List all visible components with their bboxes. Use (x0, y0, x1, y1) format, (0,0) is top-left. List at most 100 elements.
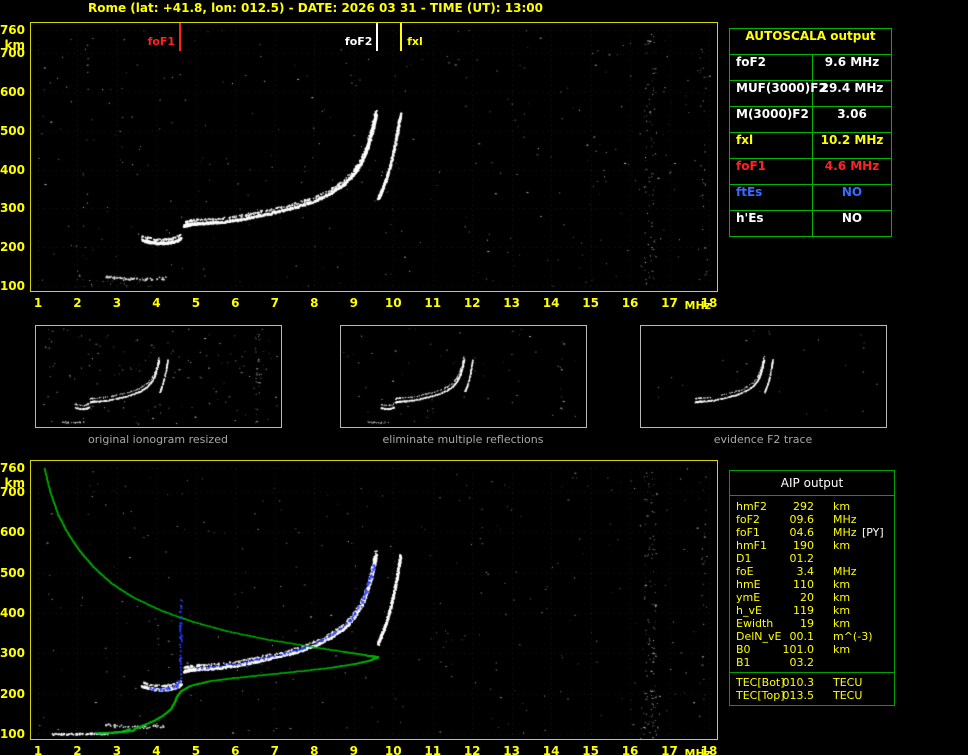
aip-row-label: foE (736, 565, 754, 578)
fxl-marker-label: fxl (407, 35, 423, 48)
aip-row-label: foF1 (736, 526, 760, 539)
y-tick-label: 200 (0, 686, 25, 701)
x-tick-label: 2 (73, 296, 82, 310)
y-tick-label: 760 (0, 23, 25, 37)
autoscala-row-hes: h'Es NO (730, 211, 891, 236)
x-tick-label: 4 (152, 744, 161, 755)
thumbnail-caption-0: original ionogram resized (88, 433, 228, 446)
x-tick-label: 14 (542, 296, 560, 310)
aip-row-unit: TECU (833, 689, 863, 702)
x-tick-label: 10 (384, 296, 402, 310)
aip-row-value: 00.1 (789, 630, 815, 643)
x-tick-label: 12 (463, 296, 481, 310)
aip-row-note (844, 578, 894, 591)
y-tick-label: 600 (0, 525, 25, 540)
aip-tec-rows: TEC[Bot] 010.3 TECU TEC[Top] 013.5 TECU (730, 672, 894, 705)
aip-row-note (844, 656, 894, 669)
aip-row-foe: foE 3.4 MHz (736, 565, 894, 578)
aip-row-hve: h_vE 119 km (736, 604, 894, 617)
aip-row-value: 190 (793, 539, 814, 552)
aip-row-note (844, 565, 894, 578)
aip-row-value: 03.2 (789, 656, 815, 669)
y-tick-label: 500 (0, 123, 25, 138)
x-axis-unit-label: MHz (684, 747, 712, 755)
autoscala-row-fof2: foF2 9.6 MHz (730, 55, 891, 81)
autoscala-row-label: MUF(3000)F2 (730, 81, 827, 106)
aip-row-unit: MHz (833, 526, 857, 539)
x-tick-label: 5 (191, 296, 201, 310)
aip-tec-row-tectop: TEC[Top] 013.5 TECU (736, 689, 894, 702)
x-tick-label: 10 (384, 744, 402, 755)
aip-row-yme: ymE 20 km (736, 591, 894, 604)
x-tick-label: 15 (582, 744, 599, 755)
aip-row-unit: MHz (833, 565, 857, 578)
x-tick-label: 17 (661, 744, 678, 755)
autoscala-row-value: 10.2 MHz (820, 133, 884, 147)
aip-tec-row-tecbot: TEC[Bot] 010.3 TECU (736, 676, 894, 689)
aip-row-note (844, 591, 894, 604)
aip-output-panel: AIP output hmF2 292 km foF2 09.6 MHz foF1 04.6 M… (729, 470, 895, 706)
x-tick-label: 4 (152, 296, 161, 310)
fof1-marker-line (179, 23, 182, 51)
fof1-marker-label: foF1 (147, 35, 176, 48)
x-tick-label: 9 (349, 296, 358, 310)
x-tick-label: 14 (542, 744, 560, 755)
autoscala-row-fof1: foF1 4.6 MHz (730, 159, 891, 185)
x-tick-label: 15 (582, 296, 599, 310)
x-tick-label: 7 (270, 296, 279, 310)
aip-row-label: DelN_vE (736, 630, 782, 643)
autoscala-row-muf3000f2: MUF(3000)F2 29.4 MHz (730, 81, 891, 107)
aip-row-note (844, 676, 894, 689)
fof2-marker-line (376, 23, 379, 51)
x-tick-label: 2 (73, 744, 82, 755)
x-tick-label: 7 (270, 744, 279, 755)
x-tick-label: 6 (231, 744, 240, 755)
aip-row-unit: TECU (833, 676, 863, 689)
aip-rows: hmF2 292 km foF2 09.6 MHz foF1 04.6 MHz [PY] hmF1 1… (730, 496, 894, 672)
autoscala-panel-title: AUTOSCALA output (730, 29, 891, 55)
autoscala-row-label: h'Es (730, 211, 813, 236)
aip-row-unit (814, 656, 844, 669)
thumbnail-caption-1: eliminate multiple reflections (382, 433, 544, 446)
aip-row-label: foF2 (736, 513, 760, 526)
aip-row-unit: km (833, 604, 851, 617)
aip-row-label: h_vE (736, 604, 762, 617)
aip-row-unit (814, 552, 844, 565)
aip-row-unit: km (833, 539, 851, 552)
y-tick-label: 100 (0, 727, 25, 741)
aip-row-value: 292 (793, 500, 814, 513)
x-tick-label: 13 (503, 744, 520, 755)
y-tick-label: 400 (0, 606, 25, 621)
x-tick-label: 3 (112, 296, 122, 310)
autoscala-row-fxl: fxl 10.2 MHz (730, 133, 891, 159)
y-tick-label: 200 (0, 240, 25, 255)
thumbnail-canvas-2 (640, 325, 887, 428)
autoscala-row-label: foF1 (730, 159, 813, 184)
thumbnail-canvas-0 (35, 325, 282, 428)
aip-row-note (844, 689, 894, 702)
aip-row-label: B0 (736, 643, 751, 656)
autoscala-row-label: foF2 (730, 55, 813, 80)
aip-row-ewidth: Ewidth 19 km (736, 617, 894, 630)
x-tick-label: 1 (33, 296, 43, 310)
aip-row-label: TEC[Top] (736, 689, 785, 702)
autoscala-row-ftes: ftEs NO (730, 185, 891, 211)
aip-row-value: 010.3 (782, 676, 815, 689)
x-tick-label: 11 (424, 744, 442, 755)
aip-row-note (844, 643, 894, 656)
y-tick-label: 760 (0, 461, 25, 475)
thumbnail-canvas-1 (340, 325, 587, 428)
autoscala-row-value: NO (841, 185, 863, 199)
autoscala-row-label: fxl (730, 133, 813, 158)
aip-row-hmf1: hmF1 190 km (736, 539, 894, 552)
page-title: Rome (lat: +41.8, lon: 012.5) - DATE: 20… (88, 1, 543, 15)
y-tick-label: 300 (0, 646, 25, 661)
autoscala-row-m3000f2: M(3000)F2 3.06 (730, 107, 891, 133)
y-tick-label: 500 (0, 565, 25, 580)
x-tick-label: 12 (463, 744, 481, 755)
aip-row-value: 09.6 (789, 513, 815, 526)
aip-row-fof2: foF2 09.6 MHz (736, 513, 894, 526)
autoscala-window: Rome (lat: +41.8, lon: 012.5) - DATE: 20… (0, 0, 968, 755)
aip-row-value: 110 (793, 578, 814, 591)
x-tick-label: 1 (33, 744, 43, 755)
